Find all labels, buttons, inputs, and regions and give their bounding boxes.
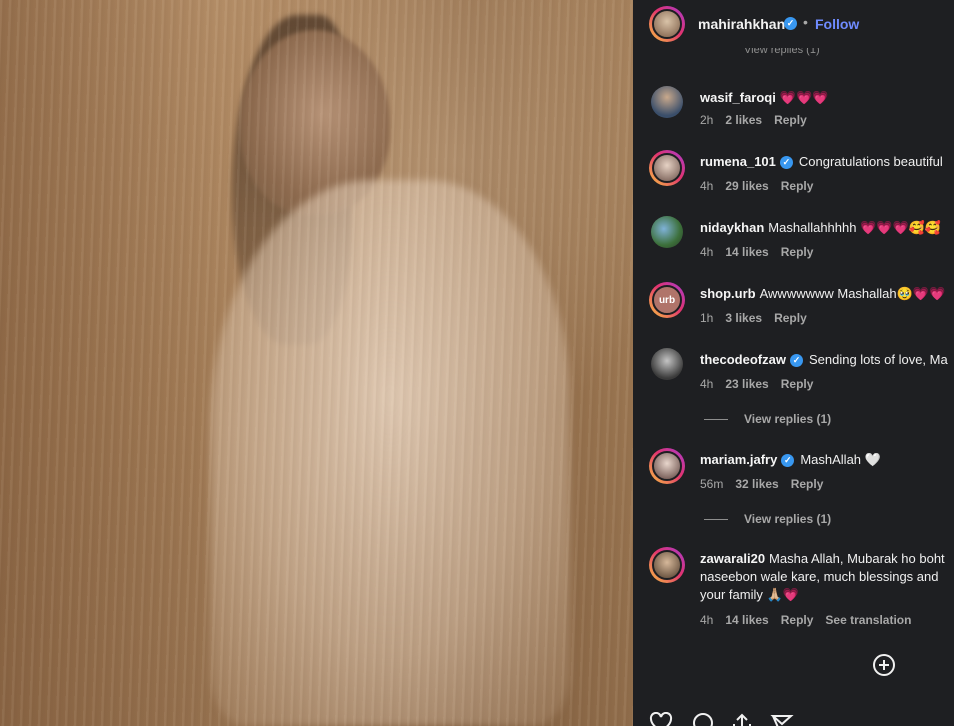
comment-likes[interactable]: 2 likes — [725, 113, 762, 127]
comment-likes[interactable]: 14 likes — [725, 245, 768, 259]
reply-button[interactable]: Reply — [781, 613, 814, 627]
commenter-username[interactable]: nidaykhan — [700, 220, 764, 235]
plus-circle-icon[interactable] — [873, 654, 895, 676]
comment-body: 💗💗💗 — [779, 90, 829, 105]
comment-text: thecodeofzaw ✓ Sending lots of love, Ma — [700, 351, 954, 369]
comment-text: rumena_101 ✓ Congratulations beautiful — [700, 153, 954, 171]
commenter-avatar[interactable] — [649, 547, 685, 583]
see-translation-button[interactable]: See translation — [825, 613, 911, 627]
comment-meta: 4h 14 likes Reply — [700, 245, 825, 259]
commenter-avatar[interactable] — [649, 448, 685, 484]
comment-body: Congratulations beautiful — [798, 154, 943, 169]
commenter-avatar[interactable]: urb — [649, 282, 685, 318]
post-photo — [0, 0, 633, 726]
author-avatar[interactable] — [649, 6, 685, 42]
view-replies-label: View replies (1) — [744, 412, 832, 426]
comment-likes[interactable]: 14 likes — [725, 613, 768, 627]
comment-time: 2h — [700, 113, 714, 127]
verified-badge-icon: ✓ — [784, 17, 797, 30]
comment-body: Awwwwwww Mashallah🥹💗💗 — [759, 286, 946, 301]
view-replies-button[interactable]: View replies (1) — [704, 412, 831, 426]
comment-text: zawarali20 Masha Allah, Mubarak ho boht n… — [700, 550, 954, 604]
post-action-bar — [633, 712, 954, 726]
view-replies-button[interactable]: View replies (1) — [704, 512, 831, 526]
comment-meta: 2h 2 likes Reply — [700, 113, 819, 127]
comment-meta: 1h 3 likes Reply — [700, 311, 819, 325]
commenter-username[interactable]: shop.urb — [700, 286, 756, 301]
commenter-avatar[interactable] — [651, 348, 683, 380]
commenter-username[interactable]: thecodeofzaw — [700, 352, 786, 367]
post-header: mahirahkhan ✓ • Follow — [633, 0, 954, 48]
comment-meta: 56m 32 likes Reply — [700, 477, 835, 491]
reply-button[interactable]: Reply — [774, 311, 807, 325]
comment-time: 1h — [700, 311, 714, 325]
comment-text: wasif_faroqi 💗💗💗 — [700, 89, 954, 107]
view-replies-line — [704, 418, 728, 420]
heart-icon[interactable] — [649, 712, 673, 726]
comment-time: 4h — [700, 179, 714, 193]
verified-badge-icon: ✓ — [781, 454, 795, 467]
comment-time: 4h — [700, 377, 714, 391]
view-replies-label: View replies (1) — [744, 512, 832, 526]
reply-button[interactable]: Reply — [781, 377, 814, 391]
photo-curtain-texture — [0, 0, 633, 726]
comment-likes[interactable]: 32 likes — [735, 477, 778, 491]
comment-text: nidaykhan Mashallahhhhh 💗💗💗🥰🥰 — [700, 219, 954, 237]
comment-time: 4h — [700, 613, 714, 627]
commenter-avatar[interactable] — [651, 86, 683, 118]
comment-time: 4h — [700, 245, 714, 259]
comment-meta: 4h 14 likes Reply See translation — [700, 613, 923, 627]
comment-time: 56m — [700, 477, 724, 491]
header-separator: • — [803, 14, 808, 30]
urb-logo-icon: urb — [658, 294, 676, 306]
commenter-avatar[interactable] — [651, 216, 683, 248]
commenter-avatar[interactable] — [649, 150, 685, 186]
reply-button[interactable]: Reply — [781, 245, 814, 259]
follow-button[interactable]: Follow — [815, 16, 859, 32]
comment-text: shop.urb Awwwwwww Mashallah🥹💗💗 — [700, 285, 954, 303]
comment-text: mariam.jafry ✓ MashAllah 🤍 — [700, 451, 954, 469]
comment-body: Mashallahhhhh 💗💗💗🥰🥰 — [768, 220, 942, 235]
comment-meta: 4h 23 likes Reply — [700, 377, 825, 391]
commenter-username[interactable]: rumena_101 — [700, 154, 776, 169]
author-username[interactable]: mahirahkhan — [698, 16, 785, 32]
comment-body: Sending lots of love, Ma — [808, 352, 948, 367]
verified-badge-icon: ✓ — [779, 156, 793, 169]
commenter-username[interactable]: wasif_faroqi — [700, 90, 776, 105]
commenter-username[interactable]: zawarali20 — [700, 551, 765, 566]
comment-body: MashAllah 🤍 — [800, 452, 881, 467]
comment-likes[interactable]: 3 likes — [725, 311, 762, 325]
comment-icon[interactable] — [691, 712, 715, 726]
view-replies-line — [704, 518, 728, 520]
comment-likes[interactable]: 23 likes — [725, 377, 768, 391]
comment-likes[interactable]: 29 likes — [725, 179, 768, 193]
bookmark-icon[interactable] — [770, 712, 794, 726]
verified-badge-icon: ✓ — [789, 354, 803, 367]
reply-button[interactable]: Reply — [791, 477, 824, 491]
reply-button[interactable]: Reply — [781, 179, 814, 193]
comment-meta: 4h 29 likes Reply — [700, 179, 825, 193]
share-icon[interactable] — [730, 712, 754, 726]
commenter-username[interactable]: mariam.jafry — [700, 452, 777, 467]
comments-panel: mahirahkhan ✓ • Follow View replies (1) … — [633, 0, 954, 726]
reply-button[interactable]: Reply — [774, 113, 807, 127]
